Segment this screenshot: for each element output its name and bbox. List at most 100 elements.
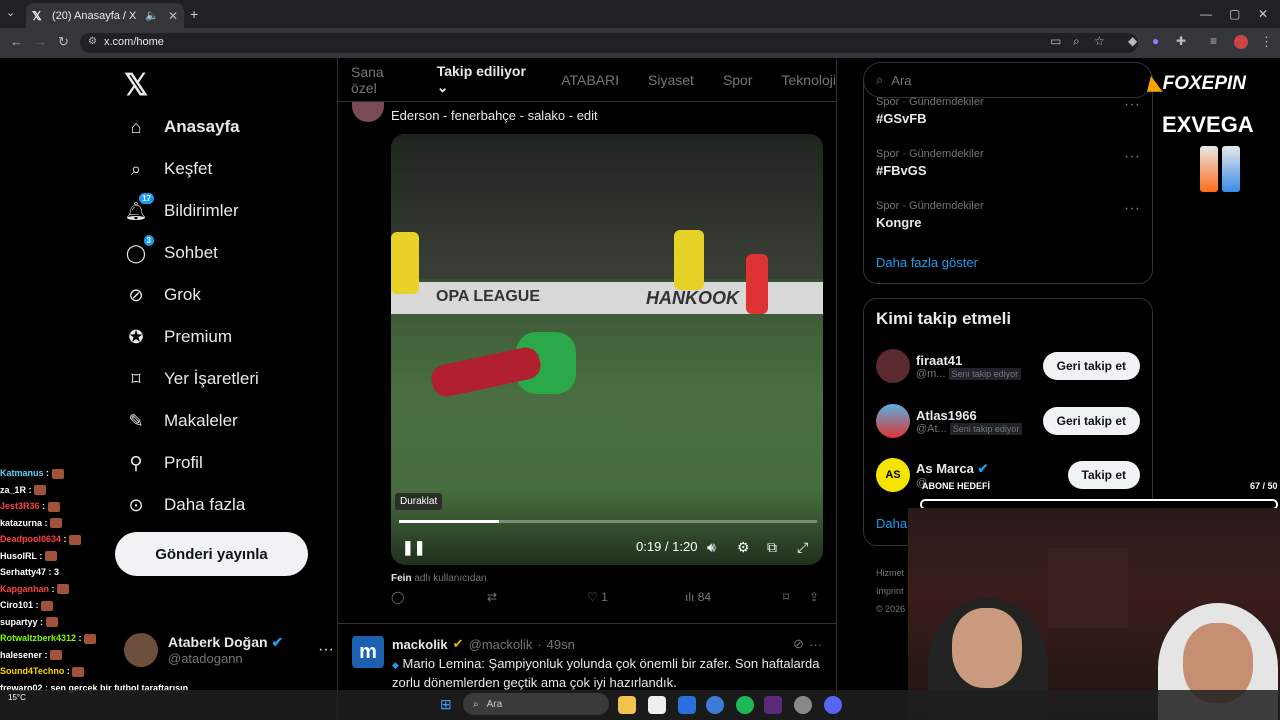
- trend-item[interactable]: Spor · Gündemdekiler #GSvFB ···: [876, 96, 1140, 126]
- sidebar-item-bookmarks[interactable]: ⌑ Yer İşaretleri: [124, 364, 258, 394]
- follow-back-button[interactable]: Geri takip et: [1042, 407, 1140, 435]
- premium-icon: ✪: [128, 326, 144, 347]
- views-button[interactable]: ılı 84: [685, 590, 711, 604]
- sidebar-item-grok[interactable]: ⊘ Grok: [124, 280, 201, 310]
- playlist-icon[interactable]: ≡: [1210, 34, 1217, 48]
- trend-item[interactable]: Spor · Gündemdekiler #FBvGS ···: [876, 148, 1140, 178]
- x-logo-icon[interactable]: 𝕏: [124, 68, 148, 103]
- ad-brand: HANKOOK: [646, 288, 739, 308]
- volume-icon[interactable]: 🔊︎: [707, 539, 716, 556]
- window-close-icon[interactable]: ✕: [1258, 7, 1268, 21]
- more-icon[interactable]: ···: [318, 641, 334, 659]
- source-user[interactable]: Fein: [391, 573, 412, 584]
- tab-close-icon[interactable]: ✕: [168, 9, 178, 23]
- new-tab-icon[interactable]: +: [190, 6, 198, 22]
- settings-icon[interactable]: ⚙: [737, 539, 750, 556]
- more-icon[interactable]: ···: [1124, 148, 1140, 166]
- chrome-icon[interactable]: [706, 696, 724, 714]
- follow-back-button[interactable]: Geri takip et: [1042, 352, 1140, 380]
- like-button[interactable]: ♡ 1: [587, 590, 608, 604]
- pause-icon[interactable]: ❚❚: [402, 539, 425, 556]
- retweet-icon[interactable]: ⇄: [487, 590, 497, 604]
- emote-icon: [72, 666, 85, 677]
- settings-app-icon[interactable]: [794, 696, 812, 714]
- taskbar-search[interactable]: ⌕ Ara: [463, 693, 609, 715]
- site-info-icon[interactable]: ⚙: [88, 36, 97, 47]
- show-more-link[interactable]: Daha: [876, 516, 907, 531]
- weather-widget[interactable]: 15°C: [8, 693, 26, 702]
- app-icon[interactable]: [764, 696, 782, 714]
- grok-icon[interactable]: ⊘: [793, 636, 804, 652]
- chat-message: HusoIRL :: [0, 548, 115, 565]
- address-bar[interactable]: x.com/home: [80, 33, 1138, 53]
- tweet-author[interactable]: mackolik: [392, 637, 448, 652]
- bookmark-action-icon[interactable]: ⌑: [783, 590, 789, 604]
- tab-following[interactable]: Takip ediliyor ⌄: [437, 63, 532, 96]
- chat-username: HusoIRL: [0, 550, 37, 561]
- back-icon[interactable]: ←: [10, 34, 23, 49]
- browser-tab[interactable]: 𝕏 (20) Anasayfa / X 🔈 ✕: [26, 3, 184, 28]
- tab-sports[interactable]: Spor: [723, 72, 753, 88]
- post-button[interactable]: Gönderi yayınla: [115, 532, 308, 576]
- account-switcher[interactable]: Ataberk Doğan ✔ @atadogann ···: [124, 630, 334, 670]
- tab-search-icon[interactable]: ⌄: [6, 6, 15, 19]
- sidebar-item-label: Grok: [164, 285, 201, 304]
- sidebar-item-chat[interactable]: ◯ 3 Sohbet: [124, 235, 218, 268]
- follow-button[interactable]: Takip et: [1067, 461, 1140, 489]
- more-icon[interactable]: ···: [1124, 96, 1140, 114]
- file-explorer-icon[interactable]: [618, 696, 636, 714]
- sub-goal-label: ABONE HEDEFİ: [922, 481, 991, 491]
- avatar: [876, 404, 910, 438]
- profile-avatar-icon[interactable]: [1234, 35, 1248, 49]
- more-icon[interactable]: ···: [1124, 200, 1140, 218]
- fullscreen-icon[interactable]: ⤢: [797, 539, 808, 556]
- trend-item[interactable]: Spor · Gündemdekiler Kongre ···: [876, 200, 1140, 230]
- star-icon[interactable]: ☆: [1094, 34, 1105, 48]
- discord-icon[interactable]: [824, 696, 842, 714]
- taskbar: [0, 690, 1280, 720]
- menu-icon[interactable]: ⋮: [1260, 34, 1273, 50]
- extension2-icon[interactable]: ●: [1152, 34, 1159, 48]
- chat-message: za_1R :: [0, 482, 115, 499]
- tweet-avatar[interactable]: m: [352, 636, 384, 668]
- more-icon[interactable]: ···: [809, 637, 822, 652]
- sidebar-item-notifications[interactable]: 🔔︎ 17 Bildirimler: [124, 193, 239, 226]
- sidebar-item-label: Daha fazla: [164, 495, 246, 514]
- tab-politics[interactable]: Siyaset: [648, 72, 694, 88]
- extension-icon[interactable]: ◆: [1128, 34, 1137, 48]
- chat-message: Ciro101 :: [0, 597, 115, 614]
- sidebar-item-home[interactable]: ⌂ Anasayfa: [124, 112, 240, 142]
- chat-message: Sound4Techno :: [0, 663, 115, 680]
- share-icon[interactable]: ⇪: [809, 590, 819, 604]
- cast-icon[interactable]: ▭: [1050, 34, 1061, 48]
- forward-icon[interactable]: →: [34, 34, 47, 49]
- sidebar-item-profile[interactable]: ⚲ Profil: [124, 448, 202, 478]
- show-more-link[interactable]: Daha fazla göster: [876, 255, 978, 270]
- reply-icon[interactable]: ◯: [391, 590, 404, 604]
- follow-suggestion[interactable]: AS As Marca ✔ @ Takip et: [876, 458, 1140, 492]
- sidebar-item-explore[interactable]: ⌕ Keşfet: [124, 154, 212, 184]
- mail-icon[interactable]: [678, 696, 696, 714]
- follow-suggestion[interactable]: firaat41 @m... Seni takip ediyor Geri ta…: [876, 349, 1140, 383]
- tab-audio-icon[interactable]: 🔈: [145, 9, 159, 22]
- reload-icon[interactable]: ↻: [58, 34, 69, 50]
- video-progress-bar[interactable]: [399, 520, 817, 523]
- minimize-icon[interactable]: —: [1200, 7, 1212, 21]
- chat-username: katazurna: [0, 517, 43, 528]
- windows-start-icon[interactable]: ⊞: [440, 696, 452, 713]
- zoom-icon[interactable]: ⌕: [1073, 34, 1080, 49]
- spotify-icon[interactable]: [736, 696, 754, 714]
- views-icon: ılı: [685, 590, 695, 604]
- follow-suggestion[interactable]: Atlas1966 @At... Seni takip ediyor Geri …: [876, 404, 1140, 438]
- tab-technology[interactable]: Teknoloji: [782, 72, 836, 88]
- sidebar-item-premium[interactable]: ✪ Premium: [124, 322, 232, 352]
- puzzle-icon[interactable]: ✚: [1176, 34, 1186, 48]
- maximize-icon[interactable]: ▢: [1229, 7, 1240, 21]
- tab-atabari[interactable]: ATABARI: [561, 72, 619, 88]
- emote-icon: [57, 584, 70, 595]
- store-icon[interactable]: [648, 696, 666, 714]
- sidebar-item-more[interactable]: ⊙ Daha fazla: [124, 490, 245, 520]
- popout-icon[interactable]: ⧉: [767, 539, 777, 556]
- tab-for-you[interactable]: Sana özel: [351, 64, 408, 96]
- sidebar-item-articles[interactable]: ✎ Makaleler: [124, 406, 237, 436]
